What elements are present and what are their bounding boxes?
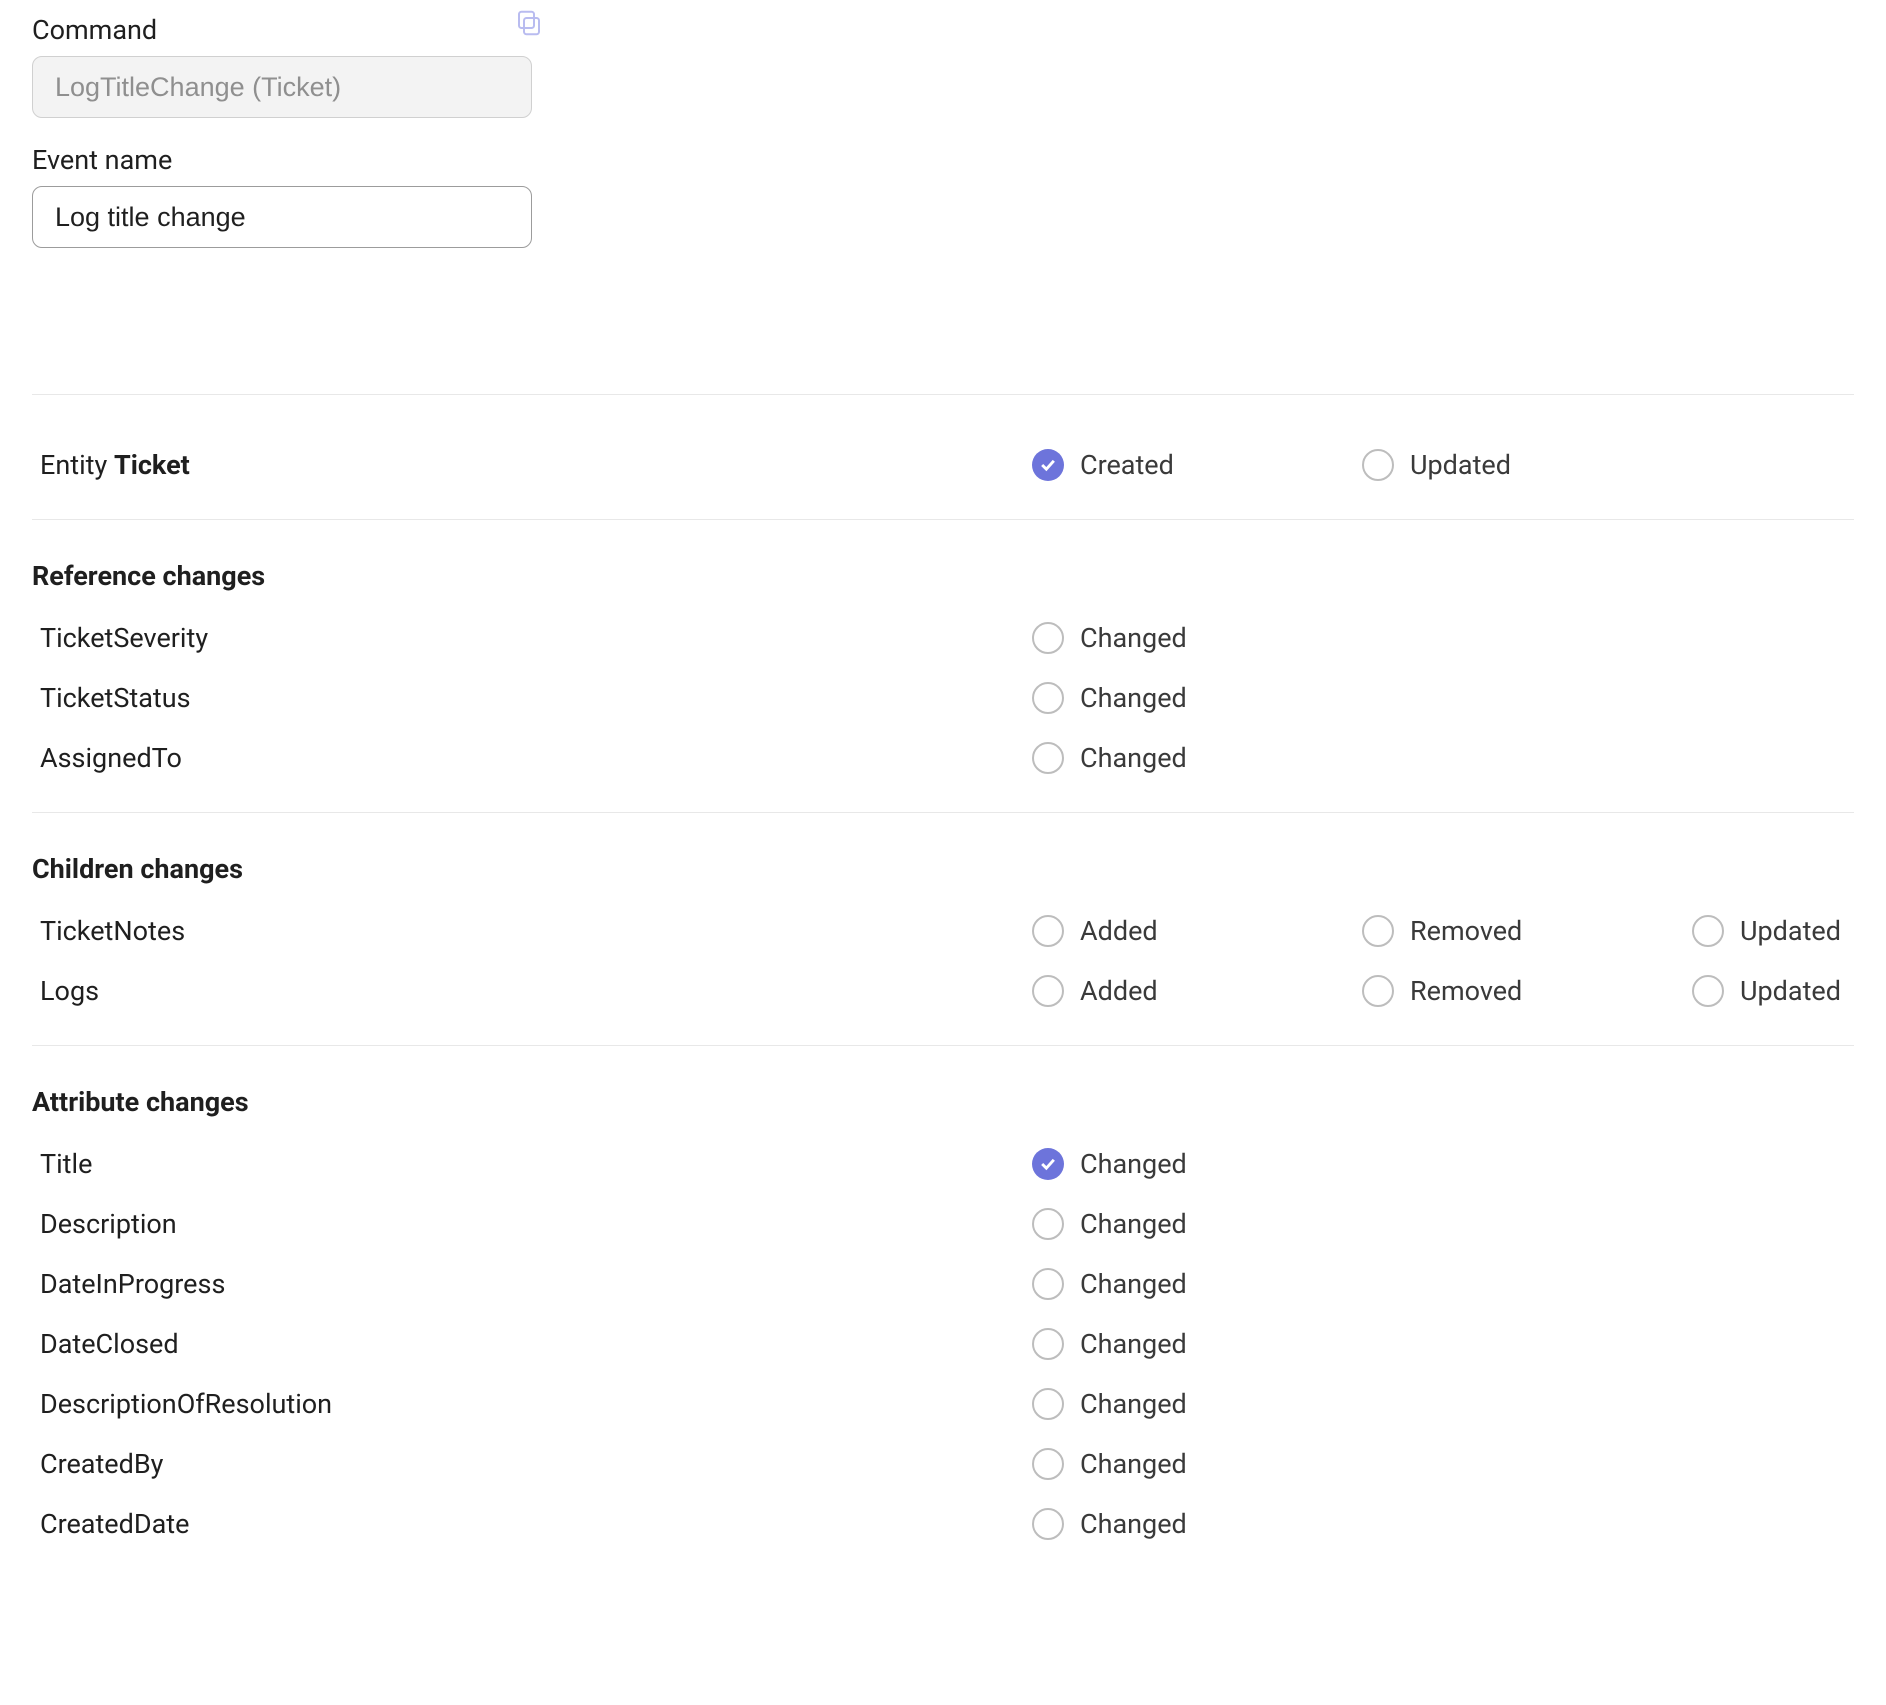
radio-icon [1032,1148,1064,1180]
entity-prefix: Entity [40,449,107,481]
reference-changes-title: Reference changes [32,560,1854,592]
radio-icon [1032,682,1064,714]
children-changes-title: Children changes [32,853,1854,885]
attribute-row: CreatedDate Changed [32,1494,1854,1554]
radio-icon [1032,915,1064,947]
radio-label: Removed [1410,915,1522,947]
reference-name: TicketStatus [32,682,1032,714]
radio-label: Changed [1080,1208,1187,1240]
eventname-input[interactable] [32,186,532,248]
attribute-changed-option[interactable]: Changed [1032,1268,1362,1300]
radio-label: Updated [1740,915,1841,947]
command-input [32,56,532,118]
children-name: Logs [32,975,1032,1007]
attribute-name: CreatedDate [32,1508,1032,1540]
attribute-row: Title Changed [32,1134,1854,1194]
radio-label: Changed [1080,1268,1187,1300]
command-label: Command [32,14,1854,46]
attribute-name: DateInProgress [32,1268,1032,1300]
reference-row: AssignedTo Changed [32,728,1854,788]
radio-icon [1032,1268,1064,1300]
attribute-row: DateInProgress Changed [32,1254,1854,1314]
children-name: TicketNotes [32,915,1032,947]
radio-label: Changed [1080,1328,1187,1360]
attribute-row: CreatedBy Changed [32,1434,1854,1494]
radio-icon [1032,1388,1064,1420]
radio-icon [1362,915,1394,947]
copy-icon[interactable] [514,8,544,38]
attribute-changed-option[interactable]: Changed [1032,1208,1362,1240]
radio-icon [1032,449,1064,481]
radio-icon [1362,449,1394,481]
attribute-changes-title: Attribute changes [32,1086,1854,1118]
children-added-option[interactable]: Added [1032,975,1362,1007]
radio-icon [1692,915,1724,947]
attribute-changed-option[interactable]: Changed [1032,1148,1362,1180]
radio-icon [1032,622,1064,654]
children-added-option[interactable]: Added [1032,915,1362,947]
radio-label: Updated [1740,975,1841,1007]
radio-label: Changed [1080,622,1187,654]
radio-icon [1032,1328,1064,1360]
radio-label: Changed [1080,1508,1187,1540]
radio-label: Changed [1080,1148,1187,1180]
radio-label: Changed [1080,742,1187,774]
radio-icon [1032,742,1064,774]
attribute-changed-option[interactable]: Changed [1032,1448,1362,1480]
children-updated-option[interactable]: Updated [1692,915,1854,947]
radio-icon [1032,1448,1064,1480]
radio-label: Added [1080,975,1158,1007]
eventname-label: Event name [32,144,1854,176]
reference-name: TicketSeverity [32,622,1032,654]
attribute-changed-option[interactable]: Changed [1032,1508,1362,1540]
reference-row: TicketStatus Changed [32,668,1854,728]
radio-label: Changed [1080,1388,1187,1420]
reference-changed-option[interactable]: Changed [1032,742,1362,774]
radio-label: Removed [1410,975,1522,1007]
radio-label: Changed [1080,682,1187,714]
children-removed-option[interactable]: Removed [1362,975,1692,1007]
attribute-row: DateClosed Changed [32,1314,1854,1374]
entity-created-option[interactable]: Created [1032,449,1362,481]
radio-icon [1032,975,1064,1007]
radio-label: Created [1080,449,1174,481]
radio-label: Updated [1410,449,1511,481]
attribute-name: Description [32,1208,1032,1240]
entity-name: Ticket [114,449,190,481]
children-row: TicketNotes Added Removed Updated [32,901,1854,961]
attribute-row: Description Changed [32,1194,1854,1254]
radio-icon [1362,975,1394,1007]
radio-icon [1032,1508,1064,1540]
radio-icon [1032,1208,1064,1240]
reference-changed-option[interactable]: Changed [1032,622,1362,654]
children-updated-option[interactable]: Updated [1692,975,1854,1007]
entity-row: Entity Ticket Created Updated [32,435,1854,495]
attribute-name: Title [32,1148,1032,1180]
radio-label: Added [1080,915,1158,947]
reference-changed-option[interactable]: Changed [1032,682,1362,714]
attribute-name: DescriptionOfResolution [32,1388,1032,1420]
reference-name: AssignedTo [32,742,1032,774]
radio-label: Changed [1080,1448,1187,1480]
entity-updated-option[interactable]: Updated [1362,449,1692,481]
radio-icon [1692,975,1724,1007]
attribute-name: CreatedBy [32,1448,1032,1480]
attribute-changed-option[interactable]: Changed [1032,1388,1362,1420]
attribute-changed-option[interactable]: Changed [1032,1328,1362,1360]
children-removed-option[interactable]: Removed [1362,915,1692,947]
reference-row: TicketSeverity Changed [32,608,1854,668]
children-row: Logs Added Removed Updated [32,961,1854,1021]
attribute-name: DateClosed [32,1328,1032,1360]
attribute-row: DescriptionOfResolution Changed [32,1374,1854,1434]
